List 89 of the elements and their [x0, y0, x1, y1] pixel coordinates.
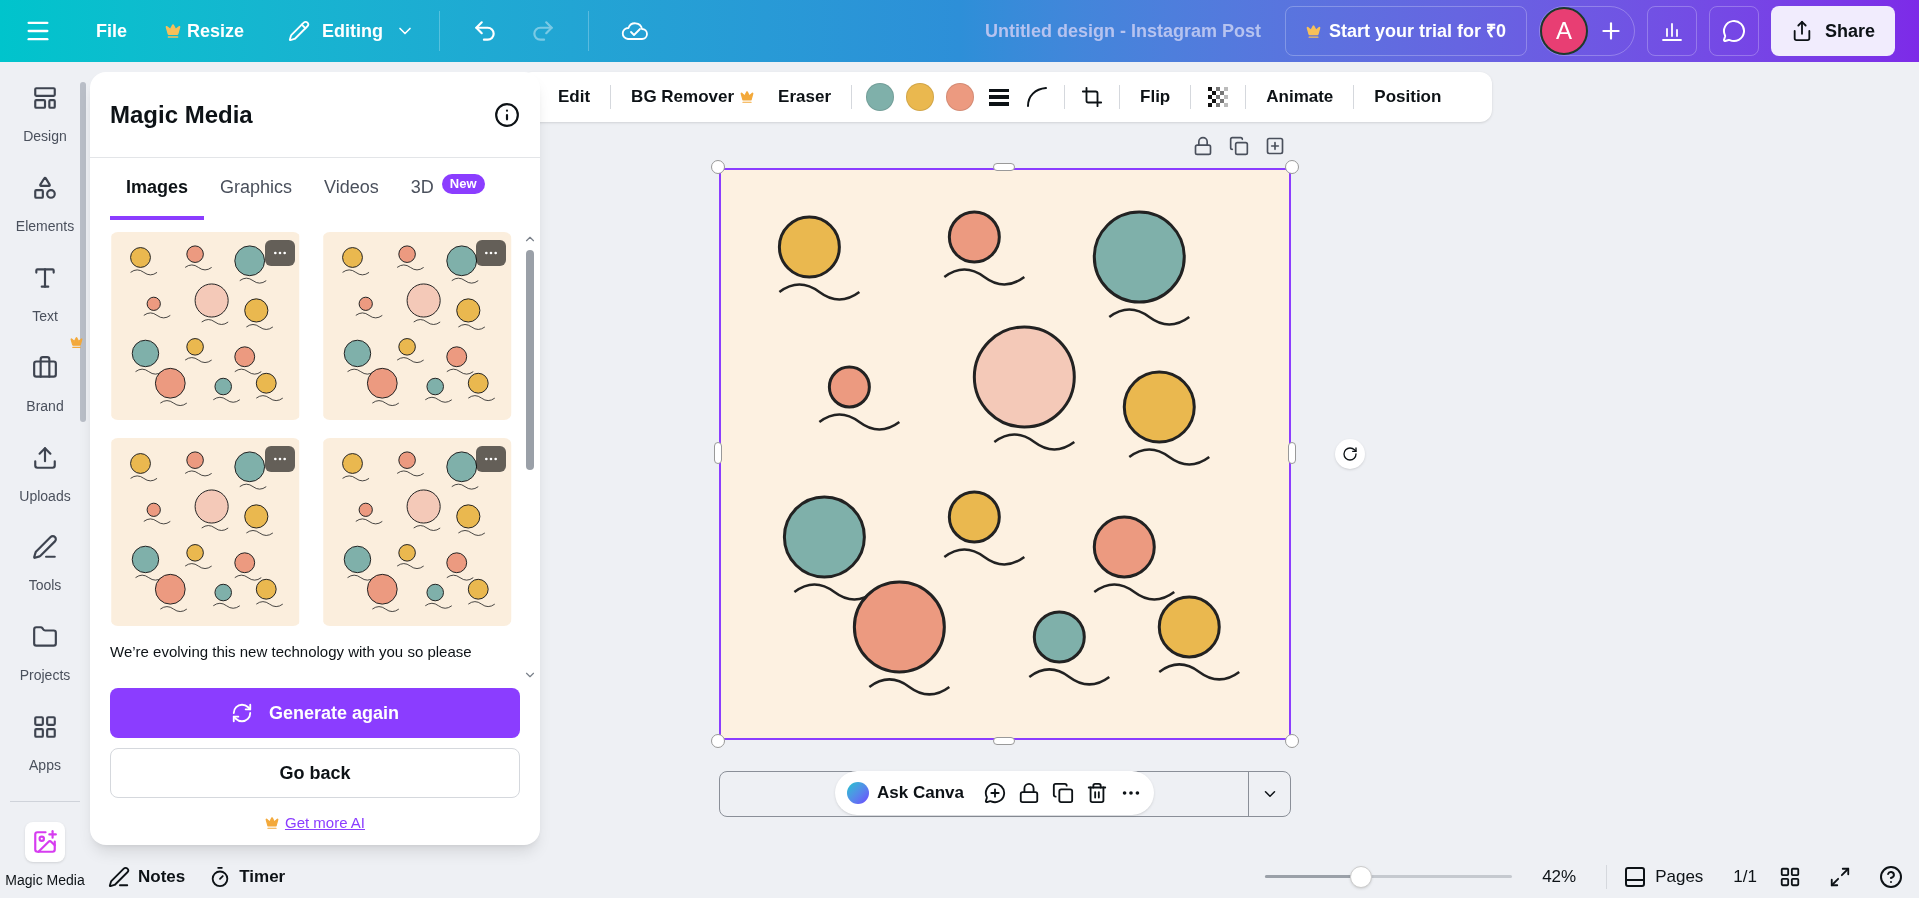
add-page-icon[interactable] [1265, 136, 1285, 156]
corner-radius-icon[interactable] [1026, 86, 1049, 108]
more-options-button[interactable] [476, 240, 506, 266]
sidebar-item[interactable]: Tools [1, 519, 89, 610]
comment-icon [1721, 19, 1746, 43]
panel-tab[interactable]: Images [110, 174, 205, 220]
resize-handle[interactable] [1285, 160, 1299, 174]
shapes-icon [32, 174, 58, 201]
fullscreen-icon[interactable] [1829, 865, 1851, 888]
slider-thumb[interactable] [1350, 865, 1373, 888]
upload-icon [32, 444, 58, 471]
get-more-ai-link[interactable]: Get more AI [284, 812, 365, 835]
color-swatch[interactable] [946, 83, 975, 111]
toolbar-button[interactable]: Flip [1132, 79, 1179, 115]
toolbar-button[interactable]: Position [1366, 79, 1450, 115]
share-button[interactable]: Share [1770, 6, 1895, 56]
toolbar-button[interactable]: Eraser [770, 79, 840, 115]
image-sparkle-icon [32, 829, 58, 856]
scrollbar-thumb[interactable] [80, 82, 86, 422]
insights-button[interactable] [1646, 6, 1697, 56]
new-badge: New [441, 174, 485, 194]
generate-button[interactable]: Generate again [110, 688, 520, 738]
more-options-button[interactable] [264, 240, 295, 266]
timer-button[interactable]: Timer [209, 863, 286, 890]
crown-icon [264, 816, 279, 831]
toolbar-button[interactable]: Edit [550, 79, 599, 115]
pencil-icon [288, 20, 311, 42]
resize-handle[interactable] [711, 160, 725, 174]
sidebar-item[interactable]: Text [1, 249, 89, 340]
sidebar-item[interactable]: Uploads [1, 429, 89, 520]
panel-tab[interactable]: Graphics [204, 174, 309, 220]
pages-icon [1623, 864, 1648, 889]
sidebar-item[interactable]: Magic Media [1, 814, 89, 898]
notice-text: We’re evolving this new technology with you so please [110, 642, 473, 662]
comment-add-icon[interactable] [983, 782, 1006, 804]
notes-icon [108, 865, 130, 888]
briefcase-icon [32, 354, 58, 381]
resize-handle[interactable] [714, 442, 722, 464]
delete-icon[interactable] [1085, 782, 1108, 804]
page-counter: 1/1 [1733, 865, 1757, 888]
grid-view-icon[interactable] [1779, 865, 1801, 888]
rotate-button[interactable] [1335, 439, 1365, 469]
more-options-button[interactable] [264, 446, 295, 472]
zoom-slider[interactable] [1265, 865, 1513, 888]
sidebar-item[interactable]: Apps [1, 699, 89, 790]
zoom-percentage[interactable]: 42% [1542, 863, 1577, 890]
grid-icon [32, 714, 58, 741]
panel-tab[interactable]: Videos [308, 174, 395, 220]
sidebar-item[interactable]: Elements [1, 159, 89, 250]
sidebar-item[interactable]: Design [1, 70, 89, 160]
help-icon[interactable] [1879, 864, 1903, 889]
cloud-check-icon[interactable] [621, 19, 650, 43]
notes-button[interactable]: Notes [108, 863, 186, 890]
assistant-logo-icon [847, 782, 869, 804]
crop-icon[interactable] [1081, 86, 1104, 108]
rotate-icon [1342, 446, 1358, 462]
panel-tab[interactable]: 3D New [394, 174, 501, 220]
comments-button[interactable] [1708, 6, 1759, 56]
bar-chart-icon [1660, 20, 1683, 42]
more-options-button[interactable] [476, 446, 506, 472]
resize-handle[interactable] [993, 737, 1015, 745]
transparency-icon[interactable] [1207, 86, 1230, 108]
resize-handle[interactable] [993, 163, 1015, 171]
template-icon [32, 85, 58, 111]
duplicate-icon[interactable] [1051, 782, 1074, 804]
panel-title: Magic Media [110, 99, 253, 130]
lock-icon[interactable] [1017, 782, 1040, 804]
pages-button[interactable]: Pages [1623, 863, 1704, 890]
sidebar-item[interactable]: Projects [1, 609, 89, 700]
duplicate-icon[interactable] [1229, 136, 1249, 156]
line-weight-icon[interactable] [988, 87, 1011, 107]
resize-handle[interactable] [711, 734, 725, 748]
crown-icon [1305, 23, 1321, 39]
trial-button[interactable]: Start your trial for ₹0 [1284, 6, 1527, 56]
info-icon[interactable] [494, 101, 520, 128]
pen-icon [32, 534, 58, 561]
color-swatch[interactable] [906, 83, 935, 111]
scrollbar-thumb[interactable] [526, 250, 534, 470]
avatar[interactable]: A [1539, 7, 1588, 55]
go-back-button[interactable]: Go back [110, 748, 520, 798]
resize-handle[interactable] [1285, 734, 1299, 748]
toolbar-button[interactable]: BG Remover [623, 79, 763, 115]
refresh-icon [230, 702, 253, 724]
lock-icon[interactable] [1193, 136, 1213, 156]
toolbar-button[interactable]: Animate [1258, 79, 1342, 115]
resize-handle[interactable] [1288, 442, 1296, 464]
color-swatch[interactable] [866, 83, 895, 111]
sidebar-item[interactable]: Brand [1, 339, 89, 430]
ask-canva-button[interactable]: Ask Canva [847, 780, 964, 806]
